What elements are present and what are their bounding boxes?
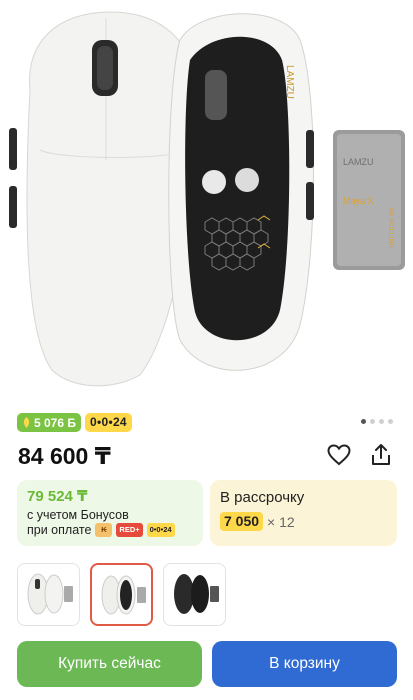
kaspi-chip: ₭: [95, 523, 113, 537]
bonus-price-card[interactable]: 79 524 ₸ с учетом Бонусов при оплате ₭ R…: [17, 480, 203, 546]
mouse-illustration: LAMZU LAMZU Maya X 8K POLLING: [9, 11, 405, 387]
shell-logo-text: LAMZU: [284, 65, 295, 99]
payment-methods-row: при оплате ₭ RED+ 0•0•24: [27, 523, 193, 537]
box-logo-text: LAMZU: [343, 157, 374, 167]
product-image[interactable]: LAMZU LAMZU Maya X 8K POLLING: [0, 0, 413, 400]
installment-row: 7 050 × 12: [220, 512, 387, 531]
pagination-dot[interactable]: [388, 419, 393, 424]
image-pagination: [361, 419, 393, 424]
leaf-icon: [23, 417, 30, 428]
thumbnail-image: [101, 575, 146, 615]
add-to-cart-button[interactable]: В корзину: [212, 641, 397, 687]
share-icon: [372, 444, 390, 465]
pagination-dot[interactable]: [370, 419, 375, 424]
product-page: LAMZU LAMZU Maya X 8K POLLING 5 076 Б 0•…: [0, 0, 413, 700]
product-badges: 5 076 Б 0•0•24: [17, 413, 132, 432]
pagination-dot[interactable]: [361, 419, 366, 424]
thumbnail-honeycomb[interactable]: [90, 563, 153, 626]
bonus-badge: 5 076 Б: [17, 413, 81, 432]
heart-icon: [327, 444, 351, 466]
buy-now-button[interactable]: Купить сейчас: [17, 641, 202, 687]
thumbnail-black[interactable]: [163, 563, 226, 626]
installment-title: В рассрочку: [220, 489, 305, 506]
installment-card[interactable]: В рассрочку 7 050 × 12: [210, 480, 397, 546]
red-plus-chip: RED+: [116, 523, 143, 537]
bonus-badge-text: 5 076 Б: [34, 415, 76, 430]
box-polling-text: 8K POLLING: [387, 208, 394, 249]
thumbnail-white[interactable]: [17, 563, 80, 626]
pagination-dot[interactable]: [379, 419, 384, 424]
thumbnail-image: [27, 573, 73, 615]
box-model-text: Maya X: [343, 196, 374, 206]
installment-chip: 0•0•24: [146, 523, 175, 537]
bonus-description: с учетом Бонусов: [27, 508, 129, 522]
bonus-price: 79 524 ₸: [27, 488, 88, 505]
share-button[interactable]: [366, 440, 396, 470]
thumbnail-image: [174, 574, 219, 614]
monthly-payment: 7 050: [220, 512, 264, 531]
favorite-button[interactable]: [324, 440, 354, 470]
payment-label: при оплате: [27, 523, 92, 537]
product-price: 84 600 ₸: [18, 443, 111, 469]
installment-badge: 0•0•24: [85, 413, 132, 432]
installment-months: × 12: [267, 513, 295, 530]
